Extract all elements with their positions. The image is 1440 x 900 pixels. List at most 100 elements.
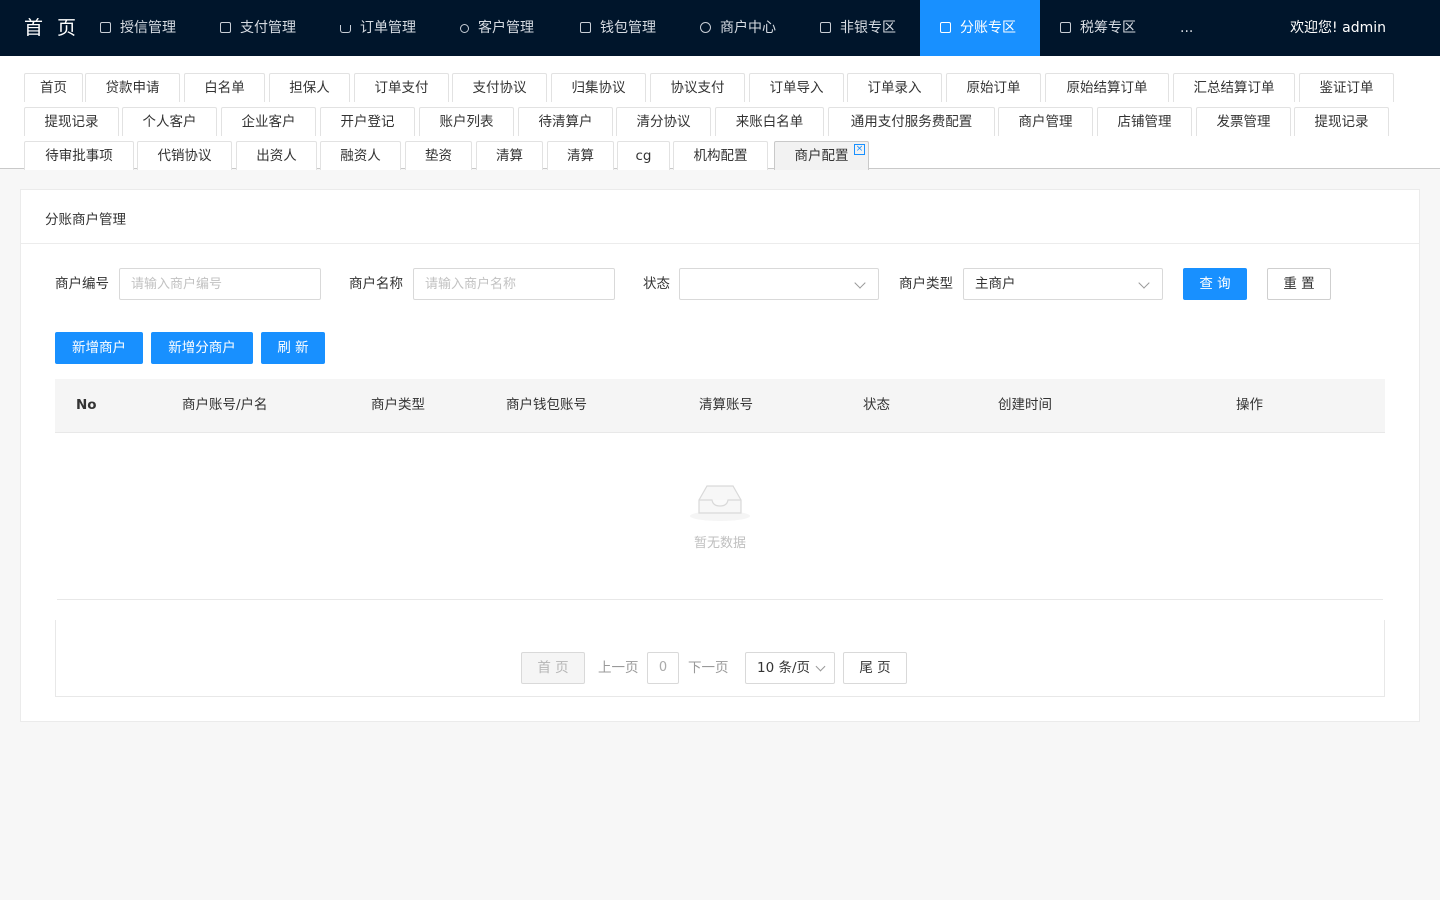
- cart-icon: [340, 25, 351, 33]
- merchant-type-value: 主商户: [975, 276, 1016, 292]
- payment-doc-icon: [220, 22, 231, 33]
- status-select[interactable]: [679, 268, 879, 300]
- tab-original-settlement-orders[interactable]: 原始结算订单: [1045, 73, 1169, 102]
- add-merchant-button[interactable]: 新增商户: [55, 332, 143, 364]
- tab-cg[interactable]: cg: [617, 141, 670, 170]
- tab-agreement-payment[interactable]: 协议支付: [650, 73, 745, 102]
- add-sub-merchant-button[interactable]: 新增分商户: [151, 332, 253, 364]
- welcome-user[interactable]: 欢迎您! admin: [1290, 0, 1386, 56]
- last-page-button[interactable]: 尾 页: [843, 652, 907, 684]
- tab-payment-fee-config[interactable]: 通用支付服务费配置: [828, 107, 995, 136]
- nav-item-split-account-zone[interactable]: 分账专区: [920, 0, 1040, 56]
- split-doc-icon: [940, 22, 951, 33]
- tab-store-management[interactable]: 店铺管理: [1097, 107, 1192, 136]
- query-button[interactable]: 查 询: [1183, 268, 1247, 300]
- nav-item-merchant-center[interactable]: 商户中心: [700, 0, 776, 56]
- tab-settlement-1[interactable]: 清算: [476, 141, 543, 170]
- nav-item-label: 订单管理: [360, 20, 416, 36]
- tab-pending-approvals[interactable]: 待审批事项: [24, 141, 134, 170]
- tab-incoming-whitelist[interactable]: 来账白名单: [715, 107, 824, 136]
- tab-guarantor[interactable]: 担保人: [269, 73, 350, 102]
- column-header-no: No: [76, 397, 97, 413]
- column-header-created-time: 创建时间: [998, 397, 1052, 413]
- tab-payment-agreement[interactable]: 支付协议: [452, 73, 547, 102]
- tab-enterprise-customers[interactable]: 企业客户: [221, 107, 316, 136]
- nav-item-order-management[interactable]: 订单管理: [340, 0, 416, 56]
- tab-home[interactable]: 首页: [24, 73, 83, 102]
- nav-item-label: 客户管理: [478, 20, 534, 36]
- first-page-button[interactable]: 首 页: [521, 652, 585, 684]
- tab-order-payment[interactable]: 订单支付: [354, 73, 449, 102]
- merchant-no-input[interactable]: [119, 268, 321, 300]
- split-merchant-panel: 分账商户管理 商户编号 商户名称 状态 商户类型 主商户 查 询 重 置 新增商…: [20, 189, 1420, 722]
- page-title: 分账商户管理: [45, 212, 126, 228]
- tab-loan-application[interactable]: 贷款申请: [85, 73, 180, 102]
- tab-merchant-config[interactable]: 商户配置 ×: [774, 141, 869, 170]
- top-navbar: 首 页 授信管理 支付管理 订单管理 客户管理 钱包管理 商户中心 非银专区 分…: [0, 0, 1440, 56]
- nav-item-more[interactable]: ...: [1180, 0, 1193, 56]
- user-icon: [460, 24, 469, 33]
- table-header: No 商户账号/户名 商户类型 商户钱包账号 清算账号 状态 创建时间 操作: [55, 379, 1385, 433]
- tab-settlement-2[interactable]: 清算: [547, 141, 614, 170]
- merchant-no-label: 商户编号: [55, 276, 109, 292]
- tab-pending-settlement-accounts[interactable]: 待清算户: [518, 107, 613, 136]
- prev-page-button[interactable]: 上一页: [598, 652, 639, 684]
- tab-order-entry[interactable]: 订单录入: [847, 73, 942, 102]
- reset-button[interactable]: 重 置: [1267, 268, 1331, 300]
- open-tabs-bar: 首页 贷款申请 白名单 担保人 订单支付 支付协议 归集协议 协议支付 订单导入…: [0, 56, 1440, 170]
- tab-invoice-management[interactable]: 发票管理: [1196, 107, 1291, 136]
- wallet-doc-icon: [580, 22, 591, 33]
- tab-collection-agreement[interactable]: 归集协议: [551, 73, 646, 102]
- merchant-type-select[interactable]: 主商户: [963, 268, 1163, 300]
- column-header-merchant-type: 商户类型: [371, 397, 425, 413]
- nav-item-tax-planning-zone[interactable]: 税筹专区: [1060, 0, 1136, 56]
- tab-withdrawal-records[interactable]: 提现记录: [24, 107, 119, 136]
- nav-item-payment-management[interactable]: 支付管理: [220, 0, 296, 56]
- nav-item-label: 非银专区: [840, 20, 896, 36]
- tab-original-orders[interactable]: 原始订单: [946, 73, 1041, 102]
- merchant-type-label: 商户类型: [899, 276, 953, 292]
- tab-summary-settlement-orders[interactable]: 汇总结算订单: [1173, 73, 1295, 102]
- next-page-button[interactable]: 下一页: [688, 652, 729, 684]
- tab-advance-funding[interactable]: 垫资: [405, 141, 472, 170]
- nav-item-label: 税筹专区: [1080, 20, 1136, 36]
- nav-item-non-bank-zone[interactable]: 非银专区: [820, 0, 896, 56]
- close-tab-icon[interactable]: ×: [854, 144, 865, 155]
- tab-consignment-agreement[interactable]: 代销协议: [137, 141, 232, 170]
- tab-whitelist[interactable]: 白名单: [184, 73, 265, 102]
- tab-merchant-management[interactable]: 商户管理: [998, 107, 1093, 136]
- tab-personal-customers[interactable]: 个人客户: [122, 107, 217, 136]
- tab-verification-orders[interactable]: 鉴证订单: [1299, 73, 1394, 102]
- nav-item-label: 商户中心: [720, 20, 776, 36]
- tab-financier[interactable]: 融资人: [320, 141, 401, 170]
- page-number-input[interactable]: 0: [647, 652, 679, 684]
- tab-clearing-agreement[interactable]: 清分协议: [616, 107, 711, 136]
- chevron-down-icon: [815, 661, 826, 672]
- nav-item-label: 分账专区: [960, 20, 1016, 36]
- merchant-name-input[interactable]: [413, 268, 615, 300]
- column-header-settlement-account: 清算账号: [699, 397, 753, 413]
- column-header-account: 商户账号/户名: [182, 397, 268, 413]
- tab-investor[interactable]: 出资人: [236, 141, 317, 170]
- brand-home-link[interactable]: 首 页: [24, 0, 80, 56]
- tax-doc-icon: [1060, 22, 1071, 33]
- table-bottom-border: [57, 599, 1383, 600]
- tab-withdrawal-records-2[interactable]: 提现记录: [1294, 107, 1389, 136]
- merchant-name-label: 商户名称: [349, 276, 403, 292]
- nonbank-doc-icon: [820, 22, 831, 33]
- page-size-value: 10 条/页: [757, 660, 811, 676]
- nav-item-label: 支付管理: [240, 20, 296, 36]
- tab-order-import[interactable]: 订单导入: [749, 73, 844, 102]
- page-size-select[interactable]: 10 条/页: [745, 652, 835, 684]
- nav-item-label: 授信管理: [120, 20, 176, 36]
- tab-account-list[interactable]: 账户列表: [419, 107, 514, 136]
- nav-item-credit-management[interactable]: 授信管理: [100, 0, 176, 56]
- refresh-button[interactable]: 刷 新: [261, 332, 325, 364]
- nav-item-wallet-management[interactable]: 钱包管理: [580, 0, 656, 56]
- chevron-down-icon: [854, 277, 866, 289]
- tab-institution-config[interactable]: 机构配置: [673, 141, 768, 170]
- tab-label: 商户配置: [794, 148, 849, 164]
- clock-icon: [700, 22, 711, 33]
- tab-account-opening[interactable]: 开户登记: [320, 107, 415, 136]
- nav-item-customer-management[interactable]: 客户管理: [460, 0, 534, 56]
